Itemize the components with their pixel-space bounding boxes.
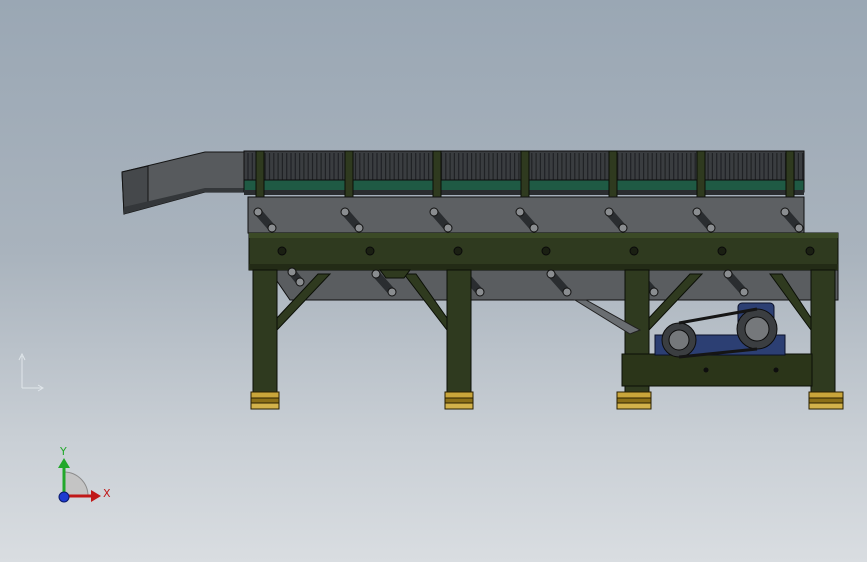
origin-marker	[18, 352, 44, 392]
conveyor-model[interactable]	[121, 150, 844, 410]
model-viewport[interactable]: Y X	[0, 0, 867, 562]
x-axis-label: X	[103, 487, 111, 500]
triad-rotation-sector	[63, 471, 89, 497]
leveling-feet	[250, 391, 844, 410]
belt-drive	[654, 302, 786, 359]
beam-bolt	[717, 246, 727, 256]
y-axis-arrowhead	[58, 458, 70, 468]
main-beam	[248, 232, 839, 271]
beam-bolt	[453, 246, 463, 256]
z-axis-dot	[58, 491, 70, 503]
motor-base	[621, 353, 813, 387]
y-axis-label: Y	[59, 445, 67, 458]
beam-bolt	[541, 246, 551, 256]
beam-bolt	[629, 246, 639, 256]
beam-bolt	[805, 246, 815, 256]
beam-bolt	[365, 246, 375, 256]
x-axis-arrowhead	[91, 490, 101, 502]
inlet-chute	[121, 151, 246, 215]
beam-bolt	[277, 246, 287, 256]
coordinate-triad[interactable]: Y X	[58, 445, 111, 503]
